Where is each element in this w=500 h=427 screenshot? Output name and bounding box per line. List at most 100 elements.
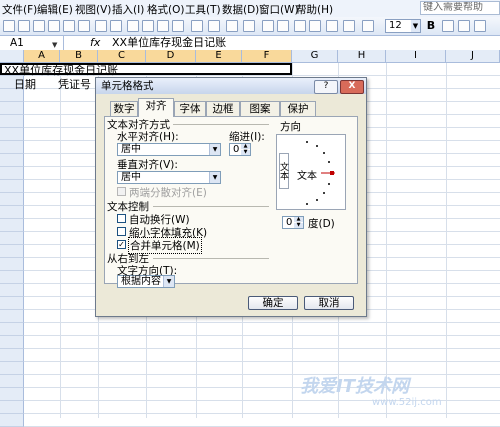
tab-border[interactable]: 边框 [206,101,240,116]
column-header-a[interactable]: A [24,50,60,63]
save-icon[interactable] [33,20,45,32]
cancel-button[interactable]: 取消 [304,296,354,310]
vertical-align-select[interactable]: 居中 ▼ [117,171,221,184]
row-header[interactable] [0,141,24,154]
font-size-select[interactable]: 12 ▼ [385,19,421,33]
cell-a1-merged[interactable]: XX单位库存现金日记账 [0,63,292,77]
permission-icon[interactable] [48,20,60,32]
chart-wizard-icon[interactable] [294,20,306,32]
tab-font[interactable]: 字体 [174,101,206,116]
menu-tools[interactable]: 工具(T) [185,2,221,17]
formula-input[interactable]: XX单位库存现金日记账 [112,36,226,50]
undo-icon[interactable] [191,20,203,32]
sort-descending-icon[interactable] [277,20,289,32]
chevron-down-icon[interactable]: ▼ [411,20,420,32]
drawing-icon[interactable] [309,20,321,32]
row-header[interactable] [0,362,24,375]
chevron-down-icon[interactable]: ▼ [163,276,174,287]
row-header[interactable] [0,336,24,349]
new-file-icon[interactable] [3,20,15,32]
format-painter-icon[interactable] [172,20,184,32]
row-header[interactable] [0,388,24,401]
cell-b2[interactable]: 凭证号 [58,76,91,92]
column-header-f[interactable]: F [242,50,292,63]
sort-ascending-icon[interactable] [262,20,274,32]
row-header[interactable] [0,128,24,141]
row-header[interactable] [0,284,24,297]
spin-down-icon[interactable]: ▼ [294,223,303,228]
row-header[interactable] [0,180,24,193]
column-header-c[interactable]: C [98,50,146,63]
wrap-text-checkbox[interactable] [117,214,126,223]
column-header-b[interactable]: B [60,50,98,63]
indent-spinner[interactable]: 0 ▲ ▼ [229,143,251,156]
hyperlink-icon[interactable] [226,20,238,32]
row-header[interactable] [0,219,24,232]
paste-icon[interactable] [157,20,169,32]
row-header[interactable] [0,167,24,180]
menu-view[interactable]: 视图(V) [75,2,111,17]
name-box[interactable]: A1 ▼ [0,36,64,50]
help-search-input[interactable]: 键入需要帮助 [420,1,500,15]
cut-icon[interactable] [127,20,139,32]
row-header[interactable] [0,271,24,284]
align-left-icon[interactable] [474,20,486,32]
row-header[interactable] [0,349,24,362]
row-header[interactable] [0,323,24,336]
dialog-close-button[interactable]: X [340,80,364,94]
font-name-icon[interactable] [362,20,374,32]
column-header-j[interactable]: J [446,50,500,63]
tab-number[interactable]: 数字 [110,101,138,116]
copy-icon[interactable] [142,20,154,32]
ok-button[interactable]: 确定 [248,296,298,310]
open-folder-icon[interactable] [18,20,30,32]
column-header-d[interactable]: D [146,50,196,63]
italic-icon[interactable] [442,20,454,32]
column-header-i[interactable]: I [386,50,446,63]
row-header[interactable] [0,102,24,115]
row-header[interactable] [0,115,24,128]
shrink-to-fit-checkbox[interactable] [117,227,126,236]
print-preview-icon[interactable] [78,20,90,32]
tab-alignment[interactable]: 对齐 [138,98,174,117]
dialog-help-button[interactable]: ? [314,80,338,94]
menu-data[interactable]: 数据(D) [222,2,259,17]
justify-distributed-checkbox[interactable] [117,187,126,196]
row-header[interactable] [0,414,24,427]
row-header[interactable] [0,154,24,167]
row-header[interactable] [0,310,24,323]
bold-button[interactable]: B [425,20,437,32]
menu-window[interactable]: 窗口(W) [259,2,299,17]
row-header[interactable] [0,375,24,388]
column-header-e[interactable]: E [196,50,242,63]
menu-insert[interactable]: 插入(I) [112,2,144,17]
spelling-icon[interactable] [95,20,107,32]
row-header[interactable] [0,297,24,310]
autosum-icon[interactable] [243,20,255,32]
chevron-down-icon[interactable]: ▼ [209,144,220,155]
help-icon[interactable] [343,20,355,32]
print-icon[interactable] [63,20,75,32]
underline-icon[interactable] [458,20,470,32]
fx-label[interactable]: fx [90,36,100,50]
spin-down-icon[interactable]: ▼ [241,150,250,155]
row-header[interactable] [0,245,24,258]
menu-format[interactable]: 格式(O) [147,2,184,17]
tab-protection[interactable]: 保护 [280,101,316,116]
redo-icon[interactable] [208,20,220,32]
tab-patterns[interactable]: 图案 [240,101,280,116]
chevron-down-icon[interactable]: ▼ [209,172,220,183]
menu-help[interactable]: 帮助(H) [296,2,333,17]
research-icon[interactable] [110,20,122,32]
zoom-icon[interactable] [326,20,338,32]
menu-file[interactable]: 文件(F) [2,2,37,17]
row-header[interactable] [0,193,24,206]
column-header-h[interactable]: H [338,50,386,63]
row-header[interactable] [0,206,24,219]
degrees-spinner[interactable]: 0 ▲ ▼ [282,216,304,229]
menu-edit[interactable]: 编辑(E) [37,2,73,17]
select-all-corner[interactable] [0,50,24,63]
orientation-control[interactable]: 文本 文本 [276,134,346,210]
text-direction-select[interactable]: 根据内容 ▼ [117,275,175,288]
row-header[interactable] [0,401,24,414]
